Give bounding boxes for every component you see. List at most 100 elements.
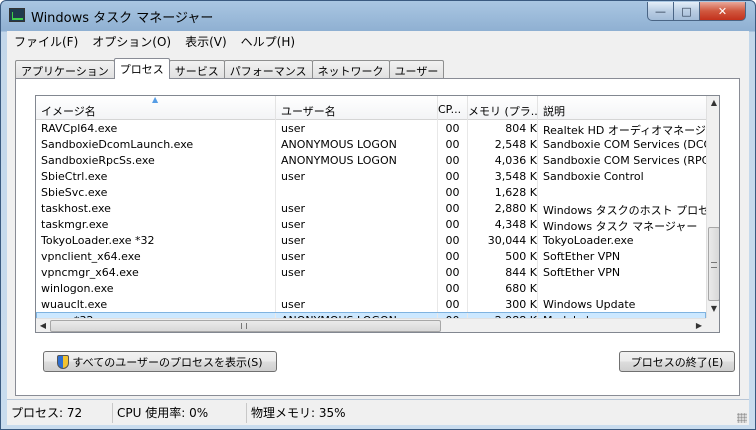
status-bar: プロセス: 72 CPU 使用率: 0% 物理メモリ: 35%: [7, 399, 749, 425]
vertical-scrollbar[interactable]: ▲ ▼: [706, 96, 719, 318]
cell-description: TokyoLoader.exe: [543, 234, 634, 247]
cell-description: Windows タスクのホスト プロセス: [543, 204, 706, 216]
scroll-up-icon[interactable]: ▲: [707, 98, 719, 107]
cell-cpu: 00: [438, 200, 468, 216]
cell-cpu: 00: [438, 184, 468, 200]
uac-shield-icon: [57, 354, 70, 369]
cell-image-name: vpncmgr_x64.exe: [36, 264, 276, 280]
menu-bar: ファイル(F) オプション(O) 表示(V) ヘルプ(H): [7, 31, 749, 51]
cell-image-name: wuauclt.exe: [36, 296, 276, 312]
cell-description: SoftEther VPN: [543, 266, 621, 279]
table-row[interactable]: RAVCpl64.exe user 00 804 K Realtek HD オーディオマ…: [36, 120, 706, 136]
column-header-memory[interactable]: メモリ (プラ...: [468, 96, 538, 120]
sort-ascending-icon: ▲: [152, 96, 159, 104]
cell-cpu: 00: [438, 248, 468, 264]
client-area: アプリケーション プロセス サービス パフォーマンス ネットワーク ユーザー ▲…: [7, 51, 749, 399]
cell-description: Sandboxie COM Services (RPC): [543, 154, 706, 167]
end-process-button[interactable]: プロセスの終了(E): [619, 351, 735, 372]
cell-cpu: 00: [438, 120, 468, 136]
cell-description: [538, 184, 706, 200]
close-button[interactable]: ✕: [699, 2, 746, 21]
tab-services[interactable]: サービス: [168, 60, 225, 79]
cell-description: SoftEther VPN: [543, 250, 621, 263]
table-row[interactable]: taskhost.exe user 00 2,880 K Windows タスクのホスト…: [36, 200, 706, 216]
cell-user-name: user: [276, 120, 438, 136]
cell-image-name: RAVCpl64.exe: [36, 120, 276, 136]
cell-user-name: user: [276, 264, 438, 280]
processes-panel: ▲ イメージ名 ユーザー名 CP... メモリ (プラ... 説明 RAVCpl…: [15, 78, 740, 396]
cell-image-name: SbieCtrl.exe: [36, 168, 276, 184]
cell-user-name: user: [276, 248, 438, 264]
cell-memory: 844 K: [468, 264, 538, 280]
table-row[interactable]: TokyoLoader.exe *32 user 00 30,044 K TokyoLo…: [36, 232, 706, 248]
cell-memory: 4,348 K: [468, 216, 538, 232]
show-all-users-label: すべてのユーザーのプロセスを表示(S): [72, 355, 263, 369]
table-row[interactable]: SbieCtrl.exe user 00 3,548 K Sandboxie Contr…: [36, 168, 706, 184]
tab-users[interactable]: ユーザー: [388, 60, 445, 79]
menu-view[interactable]: 表示(V): [178, 33, 234, 50]
cell-image-name: SandboxieDcomLaunch.exe: [36, 136, 276, 152]
scroll-right-icon[interactable]: ▶: [692, 321, 706, 330]
table-row[interactable]: SandboxieDcomLaunch.exe ANONYMOUS LOGON 00…: [36, 136, 706, 152]
menu-file[interactable]: ファイル(F): [7, 33, 85, 50]
cell-memory: 2,880 K: [468, 200, 538, 216]
horizontal-scrollbar[interactable]: ◀ ▶: [36, 318, 706, 332]
tab-performance[interactable]: パフォーマンス: [223, 60, 313, 79]
menu-options[interactable]: オプション(O): [85, 33, 178, 50]
cell-description: Windows タスク マネージャー: [543, 220, 698, 232]
cell-cpu: 00: [438, 264, 468, 280]
resize-grip-icon[interactable]: [737, 413, 747, 423]
scroll-left-icon[interactable]: ◀: [36, 321, 50, 330]
cell-user-name: [276, 184, 438, 200]
status-cpu-usage: CPU 使用率: 0%: [113, 402, 247, 423]
cell-description: [538, 280, 706, 296]
minimize-button[interactable]: —: [647, 2, 674, 21]
process-rows: RAVCpl64.exe user 00 804 K Realtek HD オーディオマ…: [36, 120, 706, 328]
table-row[interactable]: vpnclient_x64.exe user 00 500 K SoftEther VP…: [36, 248, 706, 264]
scroll-down-icon[interactable]: ▼: [707, 304, 719, 313]
tab-processes[interactable]: プロセス: [113, 58, 170, 79]
table-row[interactable]: taskmgr.exe user 00 4,348 K Windows タスク マネージ…: [36, 216, 706, 232]
cell-image-name: SbieSvc.exe: [36, 184, 276, 200]
cell-image-name: TokyoLoader.exe *32: [36, 232, 276, 248]
column-header-label: イメージ名: [41, 105, 96, 118]
cell-memory: 4,036 K: [468, 152, 538, 168]
cell-image-name: taskmgr.exe: [36, 216, 276, 232]
cell-image-name: SandboxieRpcSs.exe: [36, 152, 276, 168]
cell-image-name: taskhost.exe: [36, 200, 276, 216]
vertical-scroll-thumb[interactable]: [708, 227, 719, 301]
horizontal-scroll-thumb[interactable]: [50, 320, 441, 332]
column-header-user-name[interactable]: ユーザー名: [276, 96, 438, 120]
cell-memory: 2,548 K: [468, 136, 538, 152]
table-row[interactable]: SbieSvc.exe 00 1,628 K: [36, 184, 706, 200]
column-header-image-name[interactable]: ▲ イメージ名: [36, 96, 276, 120]
cell-memory: 1,628 K: [468, 184, 538, 200]
list-header: ▲ イメージ名 ユーザー名 CP... メモリ (プラ... 説明: [36, 96, 706, 120]
maximize-button[interactable]: □: [673, 2, 700, 21]
cell-description: Sandboxie Control: [543, 170, 644, 183]
cell-user-name: ANONYMOUS LOGON: [276, 136, 438, 152]
table-row[interactable]: winlogon.exe 00 680 K: [36, 280, 706, 296]
task-manager-icon: [9, 8, 25, 22]
cell-description: Windows Update: [543, 298, 636, 311]
cell-memory: 680 K: [468, 280, 538, 296]
status-process-count: プロセス: 72: [7, 402, 113, 423]
cell-cpu: 00: [438, 152, 468, 168]
table-row[interactable]: SandboxieRpcSs.exe ANONYMOUS LOGON 00 4,036…: [36, 152, 706, 168]
tab-applications[interactable]: アプリケーション: [15, 60, 115, 79]
process-list[interactable]: ▲ イメージ名 ユーザー名 CP... メモリ (プラ... 説明 RAVCpl…: [35, 95, 720, 333]
table-row[interactable]: wuauclt.exe user 00 300 K Windows Update: [36, 296, 706, 312]
menu-help[interactable]: ヘルプ(H): [234, 33, 302, 50]
cell-memory: 500 K: [468, 248, 538, 264]
title-bar[interactable]: Windows タスク マネージャー — □ ✕: [1, 1, 755, 31]
cell-image-name: winlogon.exe: [36, 280, 276, 296]
column-header-description[interactable]: 説明: [538, 96, 706, 120]
tab-networking[interactable]: ネットワーク: [311, 60, 390, 79]
column-header-cpu[interactable]: CP...: [438, 96, 468, 120]
cell-cpu: 00: [438, 296, 468, 312]
cell-cpu: 00: [438, 232, 468, 248]
scroll-corner: [706, 318, 719, 332]
table-row[interactable]: vpncmgr_x64.exe user 00 844 K SoftEther VPN: [36, 264, 706, 280]
show-all-users-button[interactable]: すべてのユーザーのプロセスを表示(S): [43, 351, 277, 372]
status-physical-memory: 物理メモリ: 35%: [251, 405, 346, 420]
